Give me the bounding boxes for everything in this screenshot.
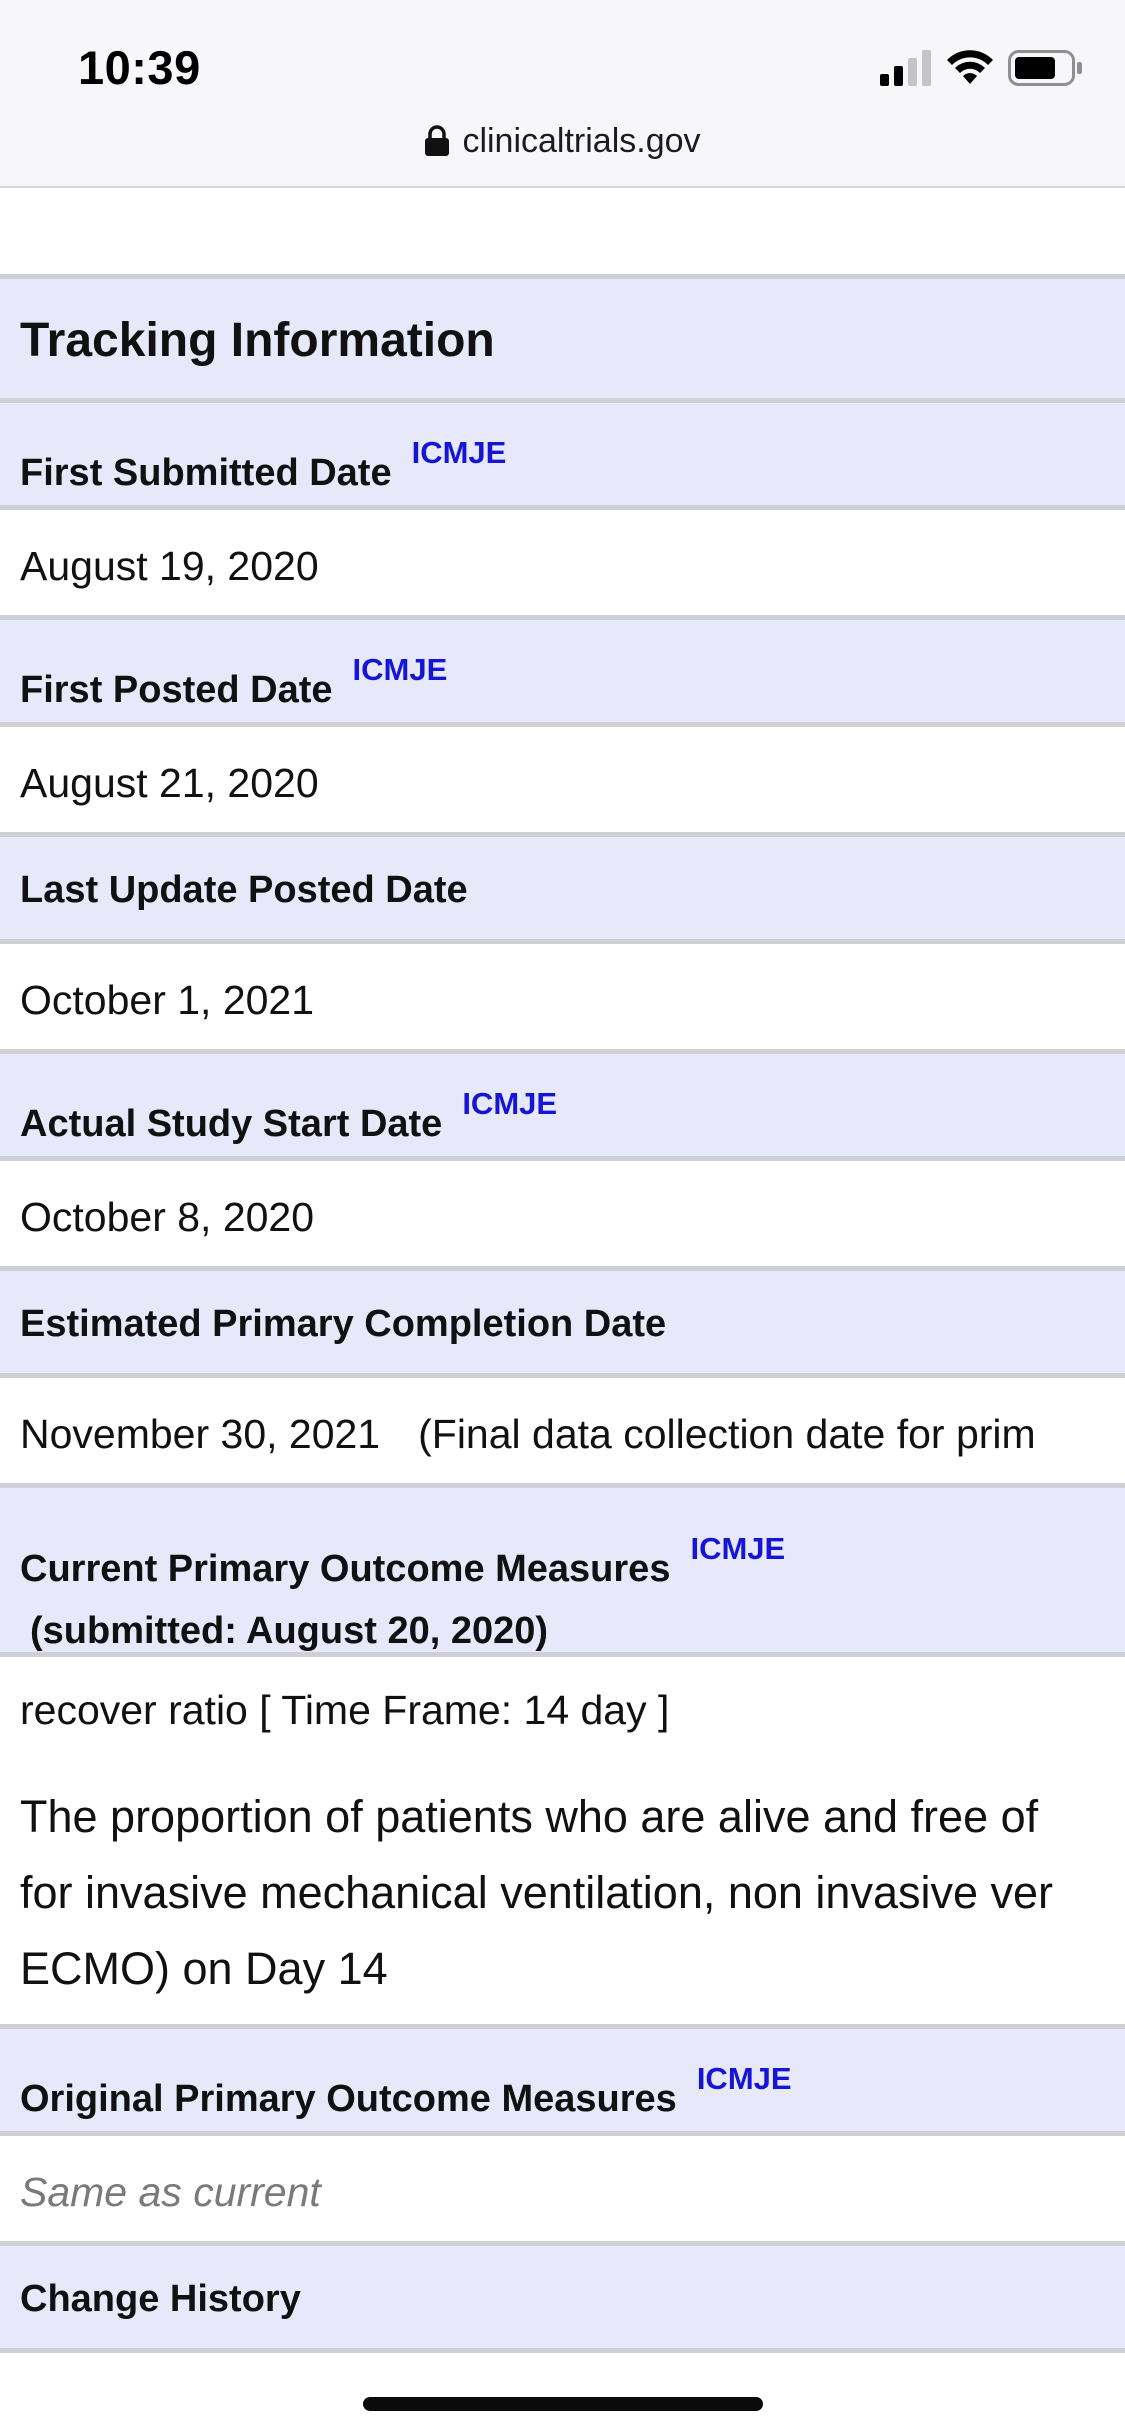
- submitted-date-label: (submitted: August 20, 2020): [30, 1610, 549, 1652]
- field-label-row: Original Primary Outcome Measures ICMJE: [0, 2029, 1125, 2136]
- section-header: Tracking Information: [0, 279, 1125, 403]
- field-value-row: October 8, 2020: [0, 1161, 1125, 1271]
- field-value: October 8, 2020: [20, 1194, 315, 1240]
- field-value: Same as current: [20, 2169, 321, 2215]
- field-value-row: August 19, 2020: [0, 510, 1125, 620]
- field-value: October 1, 2021: [20, 977, 315, 1023]
- section-title: Tracking Information: [20, 314, 495, 367]
- field-label-row: Actual Study Start Date ICMJE: [0, 1054, 1125, 1161]
- icmje-link[interactable]: ICMJE: [412, 435, 507, 470]
- field-label-row: Estimated Primary Completion Date: [0, 1271, 1125, 1378]
- measure-description-line: The proportion of patients who are alive…: [20, 1791, 1039, 1842]
- icmje-link[interactable]: ICMJE: [462, 1086, 557, 1121]
- icmje-link[interactable]: ICMJE: [353, 652, 448, 687]
- field-value: November 30, 2021: [20, 1411, 381, 1457]
- icmje-link[interactable]: ICMJE: [690, 1531, 785, 1566]
- field-label: Current Primary Outcome Measures: [20, 1548, 671, 1590]
- lock-icon: [425, 125, 450, 156]
- field-value-row: October 1, 2021: [0, 944, 1125, 1054]
- field-value: August 21, 2020: [20, 760, 319, 806]
- field-label: Actual Study Start Date: [20, 1103, 443, 1145]
- wifi-icon: [947, 50, 993, 84]
- field-label: First Posted Date: [20, 669, 333, 711]
- field-value: August 19, 2020: [20, 543, 319, 589]
- field-value-row: August 21, 2020: [0, 727, 1125, 837]
- home-indicator[interactable]: [363, 2397, 763, 2411]
- field-label-row: Current Primary Outcome Measures ICMJE (s…: [0, 1488, 1125, 1657]
- status-time: 10:39: [78, 41, 201, 94]
- page-content: Tracking Information First Submitted Dat…: [0, 188, 1125, 2353]
- field-label-row: First Posted Date ICMJE: [0, 620, 1125, 727]
- battery-icon: [1008, 50, 1082, 86]
- field-value-row: November 30, 2021 (Final data collection …: [0, 1378, 1125, 1488]
- field-label: Last Update Posted Date: [20, 869, 468, 911]
- icmje-link[interactable]: ICMJE: [697, 2061, 792, 2096]
- field-label: First Submitted Date: [20, 452, 392, 494]
- measure-description-line: ECMO) on Day 14: [20, 1943, 388, 1994]
- field-value-row: Same as current: [0, 2136, 1125, 2246]
- address-bar[interactable]: clinicaltrials.gov: [0, 116, 1125, 166]
- signal-icon: [880, 50, 931, 86]
- outcome-measure: recover ratio [ Time Frame: 14 day ] The…: [0, 1657, 1125, 2029]
- field-label-row: Change History: [0, 2246, 1125, 2353]
- measure-description-line: for invasive mechanical ventilation, non…: [20, 1867, 1054, 1918]
- phone-screen: 10:39 clinicaltrials.gov Tracking Inform…: [0, 0, 1125, 2436]
- measure-title: recover ratio [ Time Frame: 14 day ]: [20, 1687, 670, 1733]
- field-label-row: First Submitted Date ICMJE: [0, 403, 1125, 510]
- field-note: (Final data collection date for prim: [418, 1411, 1036, 1457]
- field-label: Change History: [20, 2278, 301, 2320]
- browser-top-bar: 10:39 clinicaltrials.gov: [0, 0, 1125, 188]
- field-label: Original Primary Outcome Measures: [20, 2078, 677, 2120]
- field-label: Estimated Primary Completion Date: [20, 1303, 667, 1345]
- spacer: [0, 188, 1125, 279]
- field-label-row: Last Update Posted Date: [0, 837, 1125, 944]
- url-text: clinicaltrials.gov: [462, 121, 701, 160]
